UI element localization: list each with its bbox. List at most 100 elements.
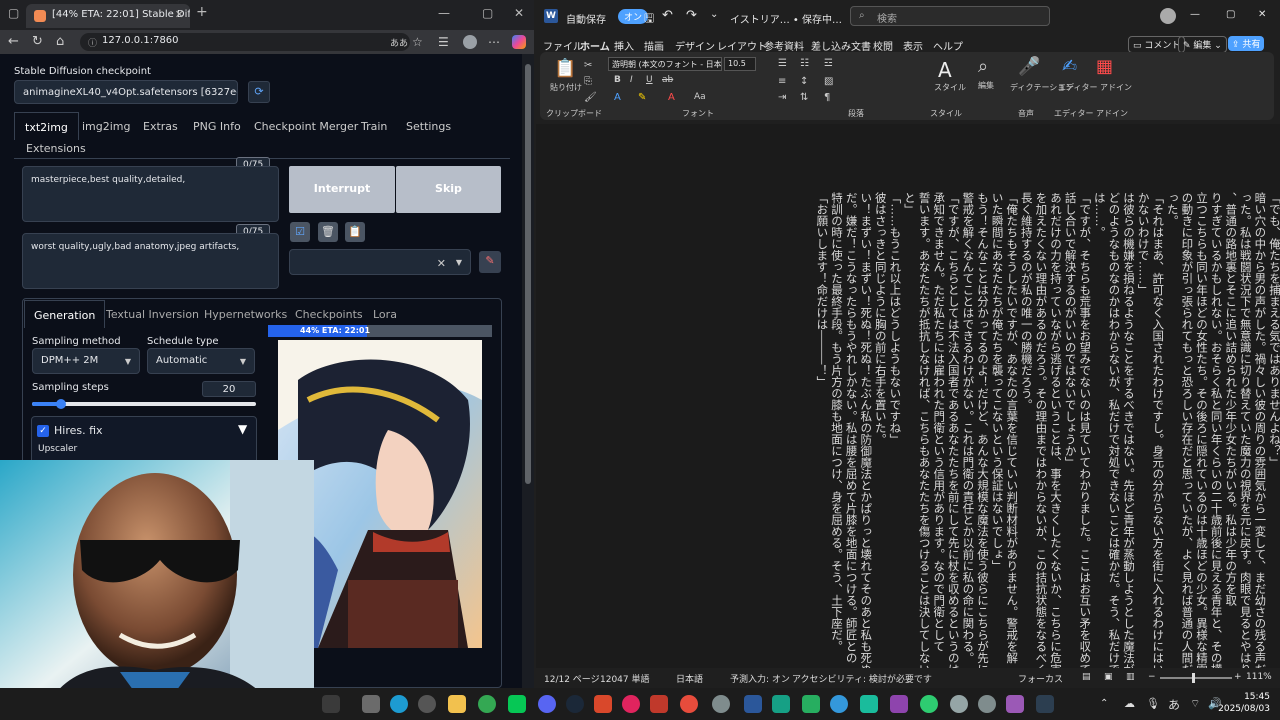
- language[interactable]: 日本語: [676, 672, 703, 685]
- text-column[interactable]: 暗い穴の中から男の声がした。禍々しい彼の周りの雰囲気から一変して、まだ幼さの残る…: [1253, 192, 1267, 675]
- save-icon[interactable]: 🖫: [644, 9, 654, 30]
- tab-hypernetworks[interactable]: Hypernetworks: [204, 308, 287, 321]
- tab-png-info[interactable]: PNG Info: [193, 120, 241, 133]
- text-column[interactable]: 特訓の時に使った最終手段。もう片方の膝も地面につけ、身を屈める。そう、土下座だ。: [830, 192, 844, 652]
- favorites-icon[interactable]: ☰: [438, 35, 449, 49]
- browser-tab[interactable]: [44% ETA: 22:01] Stable Diffusion ✕: [26, 4, 190, 28]
- app-icon-12[interactable]: [1006, 695, 1024, 713]
- editing-button[interactable]: 編集: [978, 80, 994, 91]
- bullets-icon[interactable]: ☰: [778, 58, 787, 69]
- find-icon[interactable]: ⌕: [978, 56, 988, 77]
- menu-layout[interactable]: レイアウト: [717, 38, 767, 53]
- text-column[interactable]: 誓います。あなたたちが抵抗しなければ、こちらもあなたたちを傷つけることは決してし…: [918, 192, 932, 675]
- tab-checkpoint-merger[interactable]: Checkpoint Merger: [254, 120, 358, 133]
- close-window-icon[interactable]: ✕: [514, 6, 524, 20]
- chrome-icon[interactable]: [478, 695, 496, 713]
- indent-icon[interactable]: ⇥: [778, 92, 786, 103]
- focus-mode[interactable]: フォーカス: [1018, 672, 1063, 685]
- maximize-icon[interactable]: ▢: [482, 6, 493, 20]
- tab-actions-icon[interactable]: ▢: [8, 6, 19, 20]
- clock-date[interactable]: 2025/08/03: [1218, 704, 1270, 714]
- highlight-icon[interactable]: ✎: [638, 92, 646, 103]
- negative-prompt-input[interactable]: worst quality,ugly,bad anatomy,jpeg arti…: [22, 233, 279, 289]
- search-box[interactable]: ⌕ 検索: [850, 6, 1050, 26]
- trash-icon[interactable]: 🗑: [318, 222, 338, 242]
- favorite-star-icon[interactable]: ☆: [412, 35, 423, 49]
- text-column[interactable]: あれだけの力を持っていながら逃げるということは、事を大きくしたくないか、こちらに…: [1049, 192, 1063, 675]
- word-taskbar-icon[interactable]: [744, 695, 762, 713]
- text-column[interactable]: と」: [903, 192, 917, 215]
- document-title[interactable]: イストリア… • 保存中…: [730, 11, 842, 26]
- paste-icon[interactable]: 📋: [554, 58, 576, 79]
- read-aloud-button[interactable]: ああ: [390, 36, 408, 49]
- accessibility-status[interactable]: アクセシビリティ: 検討が必要です: [792, 672, 932, 685]
- text-column[interactable]: 、普通の路地裏とそこに追い詰められた少年少女たちがいる。私は少年の方を取: [1224, 192, 1238, 606]
- text-column[interactable]: の動きに印象が引っ張られてもっと恐ろしい存在だと思っていたが、よく見れば普通の人…: [1180, 192, 1194, 675]
- more-menu-icon[interactable]: ⋯: [488, 35, 500, 49]
- checkpoint-dropdown[interactable]: animagineXL40_v4Opt.safetensors [6327eca…: [14, 80, 238, 104]
- schedule-type-dropdown[interactable]: Automatic ▼: [147, 348, 255, 374]
- text-column[interactable]: もう！そんなことは分かってるのよ！だけど、あんな大規模な魔法を使う彼らにこちらが…: [976, 192, 990, 675]
- zoom-level[interactable]: 111%: [1246, 672, 1272, 682]
- addins-icon[interactable]: ▦: [1096, 56, 1113, 77]
- page-count[interactable]: 12/12 ページ: [544, 672, 600, 685]
- style-icon[interactable]: A: [938, 58, 952, 82]
- web-layout-icon[interactable]: ▥: [1126, 672, 1135, 682]
- text-column[interactable]: 承知できません。ただ私たちには雇われた門衛という信用があります。なので門衛として: [932, 192, 946, 652]
- new-tab-icon[interactable]: +: [196, 4, 208, 20]
- page-scrollbar[interactable]: [522, 54, 534, 688]
- clock-time[interactable]: 15:45: [1244, 692, 1270, 702]
- text-column[interactable]: だ。嫌だ！こうなったらもうやれしかない。私は腰を屈めて片膝を地面につける。師匠と…: [845, 192, 859, 664]
- text-column[interactable]: 「俺たちもそうしたいですが、あなたの言葉を信じていい判断材料がありません。警戒を…: [1005, 192, 1019, 664]
- quick-access-more-icon[interactable]: ⌄: [710, 9, 718, 20]
- profile-avatar[interactable]: [463, 35, 477, 49]
- collapse-triangle-icon[interactable]: ▼: [238, 422, 247, 436]
- shading-icon[interactable]: ▨: [824, 76, 833, 87]
- tray-overflow-icon[interactable]: ⌃: [1100, 698, 1108, 709]
- text-column[interactable]: 彼はさっきと同じように胸の前に右手を置いた。: [874, 192, 888, 445]
- sampling-method-dropdown[interactable]: DPM++ 2M ▼: [32, 348, 140, 374]
- app-icon-10[interactable]: [950, 695, 968, 713]
- interrupt-button[interactable]: Interrupt: [289, 166, 395, 213]
- clipboard-icon[interactable]: 📋: [345, 222, 365, 242]
- text-column[interactable]: りすぎているかもしれない。おそらく私と同い年くらいの二十歳前後に見える青年と、そ…: [1210, 192, 1224, 687]
- edit-mode-button[interactable]: ✎ 編集 ⌄: [1178, 36, 1227, 53]
- text-column[interactable]: は……。: [1093, 192, 1107, 238]
- text-column[interactable]: 「ですが、こちらとしては不法入国者であるあなたたちを前にして先に杖を収めるという…: [947, 192, 961, 675]
- edit-styles-icon[interactable]: ✎: [479, 251, 501, 273]
- bold-icon[interactable]: B: [614, 75, 621, 85]
- paste-button[interactable]: 貼り付け: [550, 82, 582, 93]
- text-column[interactable]: 長く維持するのが私の唯一の勝機だろう。: [1020, 192, 1034, 411]
- underline-icon[interactable]: U: [646, 75, 653, 85]
- tab-textual-inversion[interactable]: Textual Inversion: [106, 308, 199, 321]
- app-icon-4[interactable]: [680, 695, 698, 713]
- menu-references[interactable]: 参考資料: [764, 38, 804, 53]
- text-column[interactable]: 「お願いします！命だけは―――！」: [815, 192, 829, 388]
- refresh-checkpoint-icon[interactable]: ⟳: [248, 81, 270, 103]
- zoom-in-icon[interactable]: +: [1234, 672, 1242, 682]
- style-button[interactable]: スタイル: [934, 82, 966, 93]
- app-icon-8[interactable]: [890, 695, 908, 713]
- file-explorer-icon[interactable]: [448, 695, 466, 713]
- text-column[interactable]: 「でも、俺たちを捕まえる気ではありませんよね？」: [1268, 192, 1280, 468]
- app-icon-5[interactable]: [712, 695, 730, 713]
- read-params-icon[interactable]: ☑: [290, 222, 310, 242]
- text-column[interactable]: どのようなものなのかはわからないが、私だけで対処できないことは確かだ。そう、私だ…: [1107, 192, 1121, 675]
- app-icon-11[interactable]: [978, 695, 996, 713]
- text-column[interactable]: を加えたくない理由があるのだろう。その理由まではわからないが、この拮抗状態をなる…: [1034, 192, 1048, 675]
- app-icon-2[interactable]: [622, 695, 640, 713]
- hires-fix-checkbox[interactable]: ✓: [37, 425, 49, 437]
- close-tab-icon[interactable]: ✕: [175, 8, 184, 21]
- zoom-slider-thumb[interactable]: [1192, 673, 1195, 683]
- microphone-icon[interactable]: 🎙: [1146, 697, 1160, 710]
- text-column[interactable]: 話し合いで解決するのがいいのではないでしょうか」: [1064, 192, 1078, 468]
- tab-generation[interactable]: Generation: [24, 300, 106, 328]
- text-column[interactable]: 「……もうこれ以上はどうしようもないですね」: [888, 192, 902, 445]
- font-name-dropdown[interactable]: 游明朝 (本文のフォント - 日本語): [608, 57, 722, 71]
- app-icon-3[interactable]: [650, 695, 668, 713]
- dictation-icon[interactable]: 🎤: [1018, 56, 1040, 77]
- wifi-icon[interactable]: ⌔: [1190, 697, 1200, 711]
- text-column[interactable]: 立つこちらも同い年ほどの女性たち。その後ろに隠れているのは十歳ほどの少女。異様な…: [1195, 192, 1209, 675]
- font-size-dropdown[interactable]: 10.5: [724, 57, 756, 71]
- text-column[interactable]: かないわけで……」: [1137, 192, 1151, 296]
